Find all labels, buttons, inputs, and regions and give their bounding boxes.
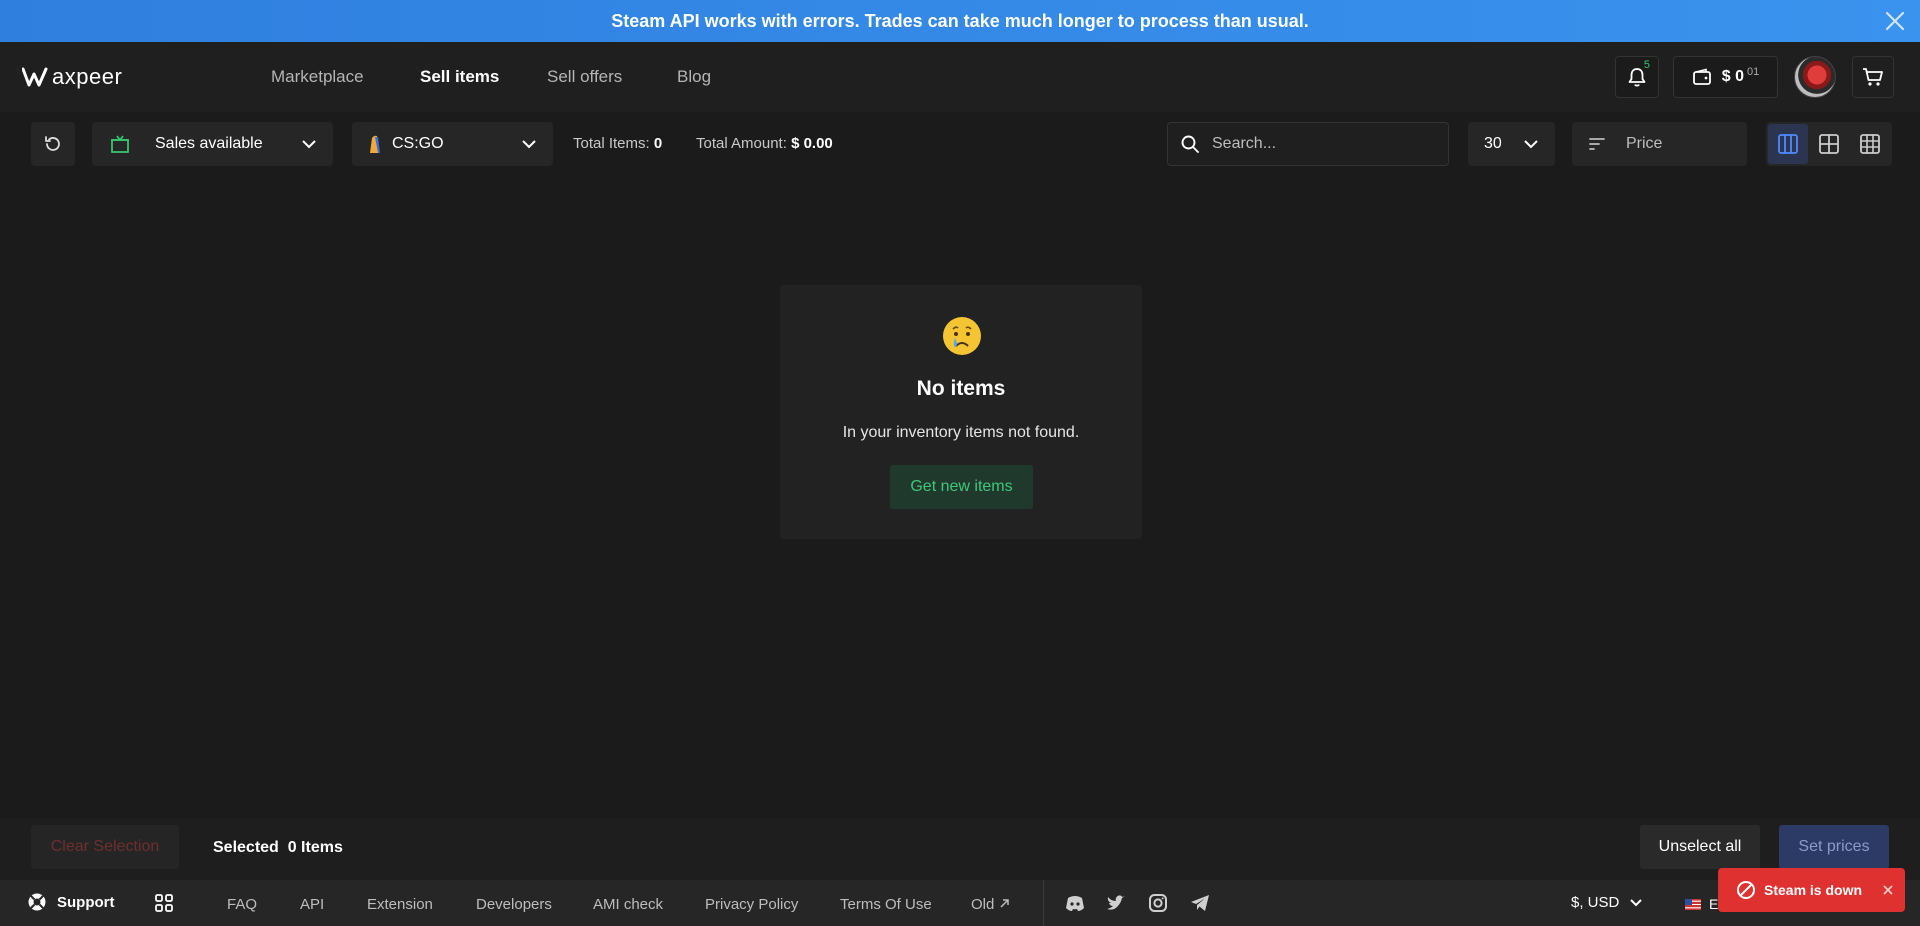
chevron-down-icon: [1630, 899, 1643, 907]
footer-link-old[interactable]: Old: [971, 896, 1010, 913]
view-mode-group: [1766, 122, 1892, 166]
wallet-cents: 01: [1747, 66, 1760, 78]
wallet-icon: [1692, 68, 1711, 85]
empty-title: No items: [916, 377, 1006, 400]
game-label: CS:GO: [392, 135, 444, 152]
crying-face-icon: [943, 317, 981, 355]
columns-view-icon: [1778, 134, 1799, 154]
footer-link-faq[interactable]: FAQ: [227, 896, 257, 913]
set-prices-button[interactable]: Set prices: [1779, 825, 1889, 869]
selected-count: Selected 0 Items: [213, 839, 343, 856]
us-flag-icon: [1685, 898, 1701, 910]
wallet-amount: $ 0: [1721, 68, 1744, 85]
empty-message: In your inventory items not found.: [842, 424, 1080, 441]
empty-state-card: No items In your inventory items not fou…: [780, 285, 1142, 539]
wallet-button[interactable]: $ 0 01: [1673, 56, 1778, 98]
search-box[interactable]: [1167, 122, 1449, 166]
sort-select[interactable]: Price: [1572, 122, 1747, 166]
toast-message: Steam is down: [1764, 882, 1863, 898]
footer-link-privacy[interactable]: Privacy Policy: [705, 896, 798, 913]
logo-w-icon: [22, 67, 48, 87]
view-columns-button[interactable]: [1768, 124, 1809, 164]
apps-grid-icon[interactable]: [154, 893, 174, 913]
twitter-icon[interactable]: [1105, 892, 1127, 914]
steam-down-toast: Steam is down: [1718, 868, 1905, 912]
notifications-button[interactable]: 5: [1615, 56, 1659, 98]
logo-text: axpeer: [52, 64, 123, 89]
sort-label: Price: [1626, 135, 1663, 152]
footer: Support FAQ API Extension Developers AMI…: [0, 880, 1920, 926]
cart-icon: [1863, 68, 1883, 86]
per-page-value: 30: [1484, 135, 1502, 152]
dense-grid-view-icon: [1859, 134, 1880, 154]
chevron-down-icon: [522, 140, 536, 149]
lifebuoy-icon: [28, 893, 46, 911]
status-filter-select[interactable]: Sales available: [92, 122, 333, 166]
nav-sell-items[interactable]: Sell items: [420, 67, 499, 87]
support-label: Support: [57, 893, 115, 911]
footer-divider: [1043, 880, 1044, 926]
search-icon: [1181, 135, 1199, 153]
discord-icon[interactable]: [1064, 892, 1086, 914]
currency-select[interactable]: $, USD: [1571, 894, 1643, 911]
notification-count: 5: [1643, 59, 1650, 71]
close-icon[interactable]: [1884, 10, 1906, 32]
get-new-items-button[interactable]: Get new items: [890, 465, 1033, 509]
view-grid-button[interactable]: [1809, 124, 1849, 164]
sort-icon: [1589, 138, 1605, 150]
chevron-down-icon: [302, 140, 316, 149]
refresh-button[interactable]: [31, 122, 75, 166]
sales-box-icon: [111, 135, 129, 153]
avatar[interactable]: [1794, 56, 1836, 98]
clear-selection-button[interactable]: Clear Selection: [31, 825, 179, 869]
footer-link-developers[interactable]: Developers: [476, 896, 552, 913]
csgo-icon: [370, 135, 380, 153]
top-header: axpeer Marketplace Sell items Sell offer…: [0, 42, 1920, 112]
cart-button[interactable]: [1852, 56, 1894, 98]
total-items: Total Items: 0: [573, 135, 663, 152]
grid-view-icon: [1819, 134, 1839, 154]
support-button[interactable]: Support: [27, 892, 115, 912]
search-input[interactable]: [1212, 135, 1412, 153]
waxpeer-logo[interactable]: axpeer: [22, 64, 122, 90]
api-warning-banner: Steam API works with errors. Trades can …: [0, 0, 1920, 42]
footer-link-extension[interactable]: Extension: [367, 896, 433, 913]
prohibited-icon: [1737, 881, 1755, 899]
chevron-down-icon: [1524, 140, 1538, 149]
unselect-all-button[interactable]: Unselect all: [1640, 825, 1760, 869]
instagram-icon[interactable]: [1147, 892, 1169, 914]
footer-link-ami-check[interactable]: AMI check: [593, 896, 663, 913]
telegram-icon[interactable]: [1189, 892, 1211, 914]
nav-marketplace[interactable]: Marketplace: [271, 67, 364, 87]
refresh-icon: [45, 136, 60, 151]
status-filter-label: Sales available: [155, 135, 263, 152]
game-select[interactable]: CS:GO: [352, 122, 553, 166]
selection-bar: Clear Selection Selected 0 Items Unselec…: [0, 818, 1920, 880]
banner-message: Steam API works with errors. Trades can …: [611, 10, 1309, 31]
nav-sell-offers[interactable]: Sell offers: [547, 67, 622, 87]
currency-label: $, USD: [1571, 894, 1620, 911]
footer-link-terms[interactable]: Terms Of Use: [840, 896, 932, 913]
external-link-icon: [999, 899, 1009, 908]
nav-blog[interactable]: Blog: [677, 67, 711, 87]
per-page-select[interactable]: 30: [1468, 122, 1555, 166]
close-icon[interactable]: [1883, 885, 1893, 895]
view-dense-grid-button[interactable]: [1850, 124, 1890, 164]
footer-link-api[interactable]: API: [300, 896, 324, 913]
total-amount: Total Amount: $ 0.00: [696, 135, 833, 152]
